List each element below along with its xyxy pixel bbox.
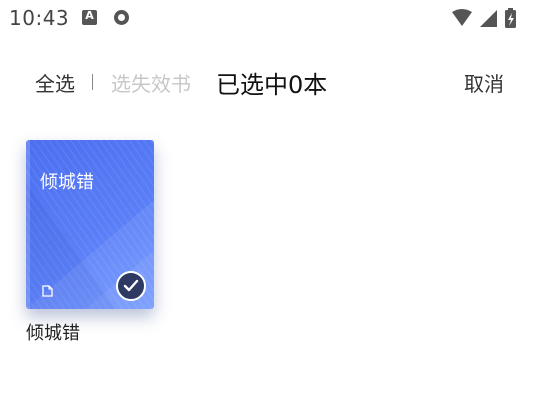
file-icon [42, 282, 53, 301]
book-name: 倾城错 [26, 323, 80, 344]
a-box-icon: A [82, 9, 97, 25]
system-icons [450, 8, 530, 30]
cellular-signal-icon [480, 10, 497, 27]
toolbar-divider [92, 74, 93, 90]
status-bar: 10:43 A [0, 0, 540, 36]
select-all-button[interactable]: 全选 [35, 68, 75, 97]
cancel-button[interactable]: 取消 [464, 68, 504, 97]
circle-app-icon [114, 10, 129, 25]
cover-title: 倾城错 [40, 172, 94, 193]
book-cover[interactable]: 倾城错 [26, 140, 154, 309]
battery-charging-icon [505, 8, 516, 28]
book-spine [26, 140, 30, 309]
select-invalid-books-button[interactable]: 选失效书 [111, 68, 191, 97]
wifi-icon [452, 9, 472, 26]
selected-count-title: 已选中0本 [216, 71, 328, 99]
selection-toolbar: 全选 选失效书 已选中0本 取消 [0, 58, 540, 104]
status-time: 10:43 [9, 6, 70, 30]
book-item[interactable]: 倾城错 [26, 140, 154, 309]
selected-check-icon[interactable] [116, 271, 146, 301]
